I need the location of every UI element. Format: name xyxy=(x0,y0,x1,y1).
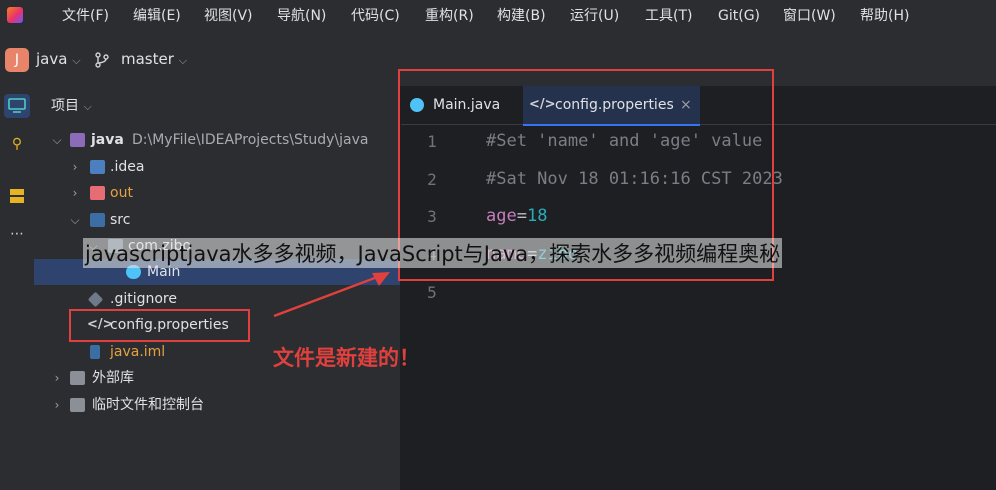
chevron-down-icon: ⌵ xyxy=(83,100,92,113)
structure-tool-button[interactable] xyxy=(4,184,30,208)
menu-tools[interactable]: 工具(T) xyxy=(645,0,692,32)
commit-icon: ⚲ xyxy=(11,136,23,152)
git-branch-icon xyxy=(95,52,109,68)
menu-code[interactable]: 代码(C) xyxy=(351,0,400,32)
library-icon xyxy=(70,371,85,385)
monitor-icon xyxy=(8,98,26,113)
tree-row-scratches[interactable]: › 临时文件和控制台 xyxy=(34,392,400,418)
tree-row-idea[interactable]: › .idea xyxy=(34,154,400,180)
excluded-folder-icon xyxy=(90,186,105,200)
tree-label-external: 外部库 xyxy=(92,370,134,386)
project-panel-title[interactable]: 项目 ⌵ xyxy=(51,95,92,115)
tree-row-root[interactable]: ⌵ java D:\MyFile\IDEAProjects\Study\java xyxy=(34,127,400,153)
panel-title-label: 项目 xyxy=(51,98,79,114)
folder-icon xyxy=(90,160,105,174)
more-icon: ⋯ xyxy=(10,226,24,242)
tree-label-scratches: 临时文件和控制台 xyxy=(92,397,204,413)
menu-navigate[interactable]: 导航(N) xyxy=(277,0,326,32)
git-file-icon xyxy=(87,291,104,308)
menu-help[interactable]: 帮助(H) xyxy=(860,0,909,32)
source-folder-icon xyxy=(90,213,105,227)
project-badge[interactable]: J xyxy=(5,48,29,72)
watermark-caption: javascriptjava水多多视频，JavaScript与Java，探索水多… xyxy=(83,238,783,268)
branch-name: master xyxy=(121,50,174,68)
chevron-right-icon: › xyxy=(72,160,78,174)
tree-label-out: out xyxy=(110,185,133,201)
menu-build[interactable]: 构建(B) xyxy=(497,0,546,32)
chevron-down-icon: ⌵ xyxy=(52,133,62,147)
menu-view[interactable]: 视图(V) xyxy=(204,0,253,32)
highlight-box-file xyxy=(69,309,250,342)
chevron-down-icon: ⌵ xyxy=(70,213,80,227)
chevron-down-icon: ⌵ xyxy=(178,54,188,67)
tree-root-path: D:\MyFile\IDEAProjects\Study\java xyxy=(132,132,369,148)
tree-label-src: src xyxy=(110,212,131,228)
menu-edit[interactable]: 编辑(E) xyxy=(133,0,181,32)
project-tool-button[interactable] xyxy=(4,94,30,118)
chevron-right-icon: › xyxy=(54,398,60,412)
menu-run[interactable]: 运行(U) xyxy=(570,0,619,32)
branch-switcher[interactable]: master ⌵ xyxy=(121,50,187,68)
module-folder-icon xyxy=(70,133,85,147)
chevron-right-icon: › xyxy=(72,186,78,200)
intellij-logo-icon[interactable] xyxy=(7,7,23,23)
commit-tool-button[interactable]: ⚲ xyxy=(4,132,30,156)
tree-row-out[interactable]: › out xyxy=(34,180,400,206)
line-number: 5 xyxy=(427,283,437,302)
tree-root-name: java xyxy=(91,132,124,148)
tree-label-idea: .idea xyxy=(110,159,145,175)
menu-git[interactable]: Git(G) xyxy=(718,0,760,32)
more-tools-button[interactable]: ⋯ xyxy=(4,222,30,246)
module-file-icon xyxy=(90,345,100,359)
menu-window[interactable]: 窗口(W) xyxy=(783,0,836,32)
chevron-right-icon: › xyxy=(54,371,60,385)
project-name: java xyxy=(36,50,68,68)
tree-label-iml: java.iml xyxy=(110,344,166,360)
scratches-icon xyxy=(70,398,85,412)
project-switcher[interactable]: java ⌵ xyxy=(36,50,81,68)
chevron-down-icon: ⌵ xyxy=(72,54,81,67)
menu-file[interactable]: 文件(F) xyxy=(62,0,109,32)
tree-row-src[interactable]: ⌵ src xyxy=(34,207,400,233)
menu-refactor[interactable]: 重构(R) xyxy=(425,0,474,32)
annotation-arrow-icon xyxy=(273,272,390,318)
annotation-text: 文件是新建的！ xyxy=(273,346,420,370)
structure-icon xyxy=(10,189,24,203)
